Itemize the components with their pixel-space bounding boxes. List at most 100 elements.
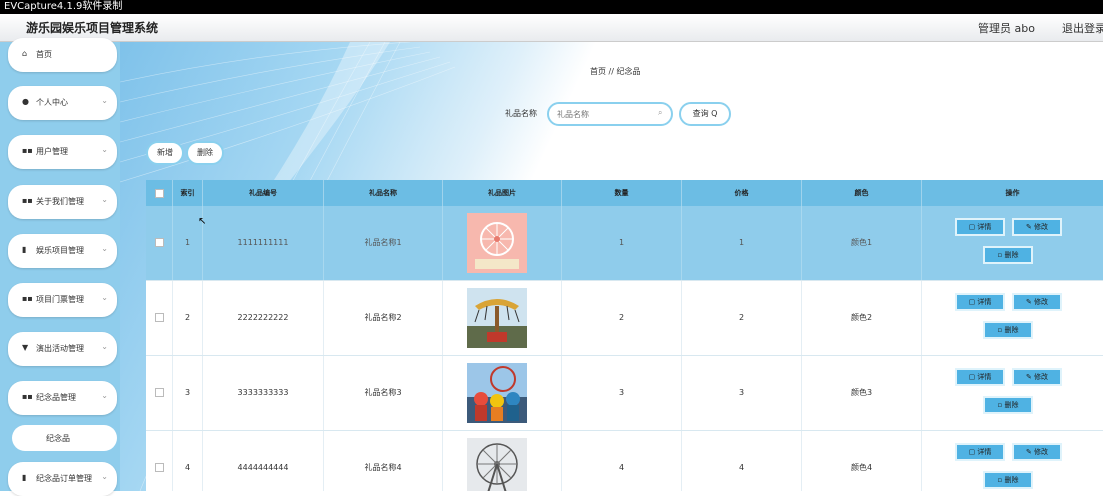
chevron-down-icon: ⌄ <box>101 145 108 154</box>
sidebar-subitem-souvenir[interactable]: 纪念品 <box>12 425 117 451</box>
column-header: 价格 <box>682 180 802 206</box>
row-checkbox[interactable] <box>146 281 173 355</box>
edit-button-label: 修改 <box>1034 448 1049 456</box>
column-header: 颜色 <box>802 180 922 206</box>
sidebar-item-profile[interactable]: ● 个人中心 ⌄ <box>8 86 117 120</box>
ferris-wheel-toy-image <box>467 213 527 273</box>
chevron-down-icon: ⌄ <box>101 195 108 204</box>
detail-icon: ▢ <box>968 298 976 306</box>
detail-icon: ▢ <box>968 448 976 456</box>
checkbox-icon <box>154 238 164 247</box>
table-row[interactable]: 4 4444444444 礼品名称4 4 4 颜色4 ▢ 详情 ✎ 修改 ▫ 删… <box>146 431 1103 491</box>
sidebar-item-attractions[interactable]: ▮ 娱乐项目管理 ⌄ <box>8 234 117 268</box>
sidebar-item-label: 关于我们管理 <box>36 197 84 206</box>
mouse-cursor-icon: ↖ <box>198 216 207 227</box>
query-button[interactable]: 查询 Q <box>679 102 731 126</box>
sidebar-item-label: 用户管理 <box>36 147 68 156</box>
edit-button[interactable]: ✎ 修改 <box>1012 218 1062 236</box>
admin-label: 管理员 abo <box>978 22 1035 35</box>
cell-actions: ▢ 详情 ✎ 修改 ▫ 删除 <box>922 206 1103 280</box>
chevron-down-icon: ⌄ <box>101 293 108 302</box>
edit-button[interactable]: ✎ 修改 <box>1012 443 1062 461</box>
costume-parade-image <box>467 363 527 423</box>
table-row[interactable]: 3 3333333333 礼品名称3 3 3 颜色3 ▢ 详情 ✎ 修改 ▫ 删… <box>146 356 1103 431</box>
cell-price: 3 <box>682 356 802 430</box>
swing-ride-image <box>467 288 527 348</box>
sidebar-item-tickets[interactable]: ▪▪ 项目门票管理 ⌄ <box>8 283 117 317</box>
row-checkbox[interactable] <box>146 206 173 280</box>
detail-button[interactable]: ▢ 详情 <box>955 443 1005 461</box>
trash-icon: ▫ <box>997 251 1003 259</box>
sidebar-item-label: 纪念品管理 <box>36 393 76 402</box>
chevron-down-icon: ⌄ <box>101 96 108 105</box>
detail-button[interactable]: ▢ 详情 <box>955 218 1005 236</box>
breadcrumb-home[interactable]: 首页 <box>590 67 606 76</box>
edit-button-label: 修改 <box>1034 373 1049 381</box>
add-button[interactable]: 新增 <box>146 141 184 165</box>
cell-quantity: 3 <box>562 356 682 430</box>
lock-icon: ▮ <box>22 245 27 254</box>
row-checkbox[interactable] <box>146 431 173 491</box>
cell-code: 2222222222 <box>203 281 324 355</box>
column-header: 索引 <box>173 180 203 206</box>
delete-button[interactable]: ▫ 删除 <box>983 396 1033 414</box>
table-header: 索引 礼品编号 礼品名称 礼品图片 数量 价格 颜色 操作 <box>146 180 1103 206</box>
detail-icon: ▢ <box>968 223 976 231</box>
sidebar-item-souvenirs[interactable]: ▪▪ 纪念品管理 ⌄ <box>8 381 117 415</box>
detail-button[interactable]: ▢ 详情 <box>955 368 1005 386</box>
recorder-title: EVCapture4.1.9软件录制 <box>4 1 123 12</box>
sidebar-item-shows[interactable]: ▼ 演出活动管理 ⌄ <box>8 332 117 366</box>
column-header: 礼品编号 <box>203 180 324 206</box>
edit-button[interactable]: ✎ 修改 <box>1012 368 1062 386</box>
logout-link[interactable]: 退出登录 <box>1062 20 1103 36</box>
cell-code: 4444444444 <box>203 431 324 491</box>
edit-button-label: 修改 <box>1034 223 1049 231</box>
cell-image <box>443 206 562 280</box>
detail-button-label: 详情 <box>977 298 992 306</box>
detail-button[interactable]: ▢ 详情 <box>955 293 1005 311</box>
trash-icon: ▫ <box>997 326 1003 334</box>
recorder-title-bar: EVCapture4.1.9软件录制 <box>0 0 1103 14</box>
delete-button-label: 删除 <box>1004 251 1019 259</box>
delete-button[interactable]: ▫ 删除 <box>983 246 1033 264</box>
lock-icon: ▮ <box>22 473 27 482</box>
grid-icon: ▪▪ <box>22 392 33 401</box>
delete-button-label: 删除 <box>1004 401 1019 409</box>
sidebar-item-users[interactable]: ▪▪ 用户管理 ⌄ <box>8 135 117 169</box>
row-checkbox[interactable] <box>146 356 173 430</box>
cell-actions: ▢ 详情 ✎ 修改 ▫ 删除 <box>922 356 1103 430</box>
sidebar-item-label: 娱乐项目管理 <box>36 246 84 255</box>
search-input[interactable] <box>547 102 673 126</box>
sidebar-item-label: 项目门票管理 <box>36 295 84 304</box>
sidebar-item-label: 演出活动管理 <box>36 344 84 353</box>
checkbox-icon <box>154 188 164 198</box>
cell-index: 3 <box>173 356 203 430</box>
home-icon: ⌂ <box>22 49 28 58</box>
column-header: 数量 <box>562 180 682 206</box>
cell-actions: ▢ 详情 ✎ 修改 ▫ 删除 <box>922 281 1103 355</box>
column-header: 礼品名称 <box>324 180 443 206</box>
cell-price: 1 <box>682 206 802 280</box>
cell-quantity: 1 <box>562 206 682 280</box>
edit-button-label: 修改 <box>1034 298 1049 306</box>
batch-delete-button[interactable]: 删除 <box>186 141 224 165</box>
table-row[interactable]: 1 1111111111 礼品名称1 1 1 颜色1 ▢ 详情 ✎ 修改 ▫ 删… <box>146 206 1103 281</box>
delete-button[interactable]: ▫ 删除 <box>983 321 1033 339</box>
grid-icon: ▪▪ <box>22 146 33 155</box>
edit-icon: ✎ <box>1025 298 1032 306</box>
cell-price: 4 <box>682 431 802 491</box>
edit-button[interactable]: ✎ 修改 <box>1012 293 1062 311</box>
delete-button[interactable]: ▫ 删除 <box>983 471 1033 489</box>
chevron-down-icon: ⌄ <box>101 472 108 481</box>
breadcrumb-current: 纪念品 <box>616 67 641 76</box>
sidebar-subitem-label: 纪念品 <box>46 434 70 443</box>
table-row[interactable]: 2 2222222222 礼品名称2 2 2 颜色2 ▢ 详情 ✎ 修改 ▫ 删… <box>146 281 1103 356</box>
chevron-down-icon: ⌄ <box>101 244 108 253</box>
sidebar-item-home[interactable]: ⌂ 首页 <box>8 38 117 72</box>
search-icon: ⌕ <box>658 108 663 117</box>
cell-color: 颜色2 <box>802 281 922 355</box>
cell-actions: ▢ 详情 ✎ 修改 ▫ 删除 <box>922 431 1103 491</box>
checkbox-icon <box>154 313 164 322</box>
select-all-checkbox[interactable] <box>146 180 173 206</box>
sidebar-item-about[interactable]: ▪▪ 关于我们管理 ⌄ <box>8 185 117 219</box>
